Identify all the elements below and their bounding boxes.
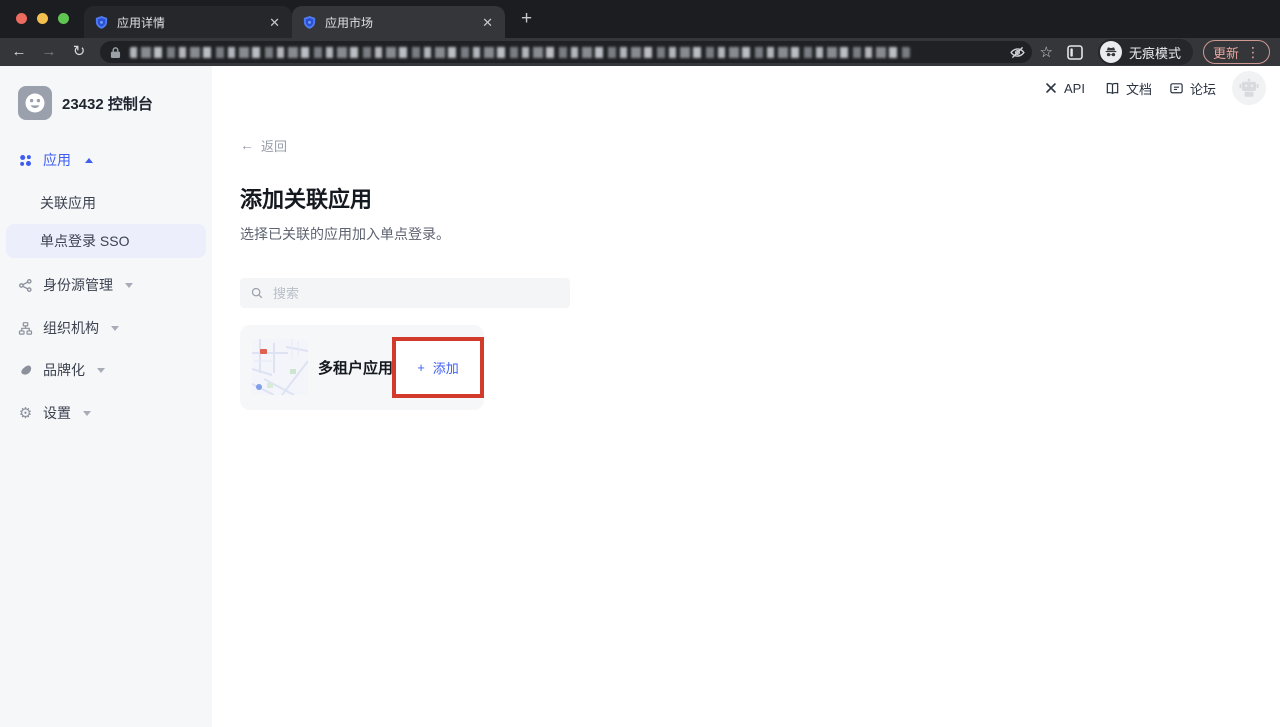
user-avatar[interactable] <box>1232 71 1266 105</box>
api-link[interactable]: API <box>1044 78 1085 98</box>
console-app: 23432 控制台 应用 关联应用 单点登录 SSO <box>0 66 1280 727</box>
close-window-button[interactable] <box>16 13 27 24</box>
sidebar-item-linked-apps[interactable]: 关联应用 <box>40 193 96 213</box>
address-bar[interactable] <box>100 41 1032 63</box>
sidebar-item-label: 身份源管理 <box>43 275 113 295</box>
caret-down-icon <box>83 411 91 416</box>
bookmark-star-icon[interactable]: ☆ <box>1040 43 1053 61</box>
minimize-window-button[interactable] <box>37 13 48 24</box>
window-controls <box>16 13 69 24</box>
app-card-multitenant: 多租户应用 + 添加 <box>240 325 484 410</box>
gear-icon: ⚙ <box>18 406 33 421</box>
tab-title: 应用详情 <box>117 14 259 31</box>
shield-favicon <box>302 15 317 30</box>
incognito-icon <box>1100 41 1122 63</box>
eye-off-icon[interactable] <box>1009 44 1026 61</box>
app-name: 多租户应用 <box>318 325 393 410</box>
api-tools-icon <box>1044 81 1058 95</box>
forward-nav-icon[interactable]: → <box>38 41 60 62</box>
page-subtitle: 选择已关联的应用加入单点登录。 <box>240 224 450 244</box>
brand-block[interactable]: 23432 控制台 <box>18 86 153 120</box>
screenshot-root: 应用详情 ✕ 应用市场 ✕ + ← → ↻ <box>0 0 1280 727</box>
search-icon <box>250 286 264 300</box>
lock-icon <box>110 46 121 59</box>
org-tree-icon <box>18 321 33 336</box>
app-thumbnail-map <box>252 339 308 395</box>
tab-title: 应用市场 <box>325 14 472 31</box>
browser-update-chip[interactable]: 更新 ⋮ <box>1203 40 1270 64</box>
sidebar-item-organization[interactable]: 组织机构 <box>18 318 119 338</box>
sidebar-item-label: 单点登录 SSO <box>40 231 129 251</box>
sidebar-item-label: 设置 <box>43 403 71 423</box>
add-button[interactable]: + 添加 <box>411 357 465 378</box>
back-link-label: 返回 <box>261 136 287 155</box>
shield-favicon <box>94 15 109 30</box>
apps-icon <box>18 153 33 168</box>
sidebar-item-apps[interactable]: 应用 <box>18 150 93 170</box>
brand-logo-icon <box>18 86 52 120</box>
redacted-url-text <box>130 47 910 58</box>
browser-tab-app-detail[interactable]: 应用详情 ✕ <box>84 6 292 38</box>
forum-link[interactable]: 论坛 <box>1169 78 1216 98</box>
browser-tab-app-market[interactable]: 应用市场 ✕ <box>292 6 505 38</box>
caret-down-icon <box>125 283 133 288</box>
sidebar-item-sso[interactable]: 单点登录 SSO <box>6 224 206 258</box>
book-icon <box>1105 81 1120 96</box>
brush-blob-icon <box>18 363 33 378</box>
add-button-label: 添加 <box>433 358 459 377</box>
caret-down-icon <box>111 326 119 331</box>
sidebar-item-label: 应用 <box>43 150 71 170</box>
brand-title: 23432 控制台 <box>62 93 153 114</box>
zoom-window-button[interactable] <box>58 13 69 24</box>
plus-icon: + <box>417 360 425 375</box>
tab-close-icon[interactable]: ✕ <box>480 14 495 31</box>
kebab-menu-icon[interactable]: ⋮ <box>1246 45 1260 59</box>
api-link-label: API <box>1064 81 1085 96</box>
chat-icon <box>1169 81 1184 96</box>
sidebar: 23432 控制台 应用 关联应用 单点登录 SSO <box>0 66 212 727</box>
new-tab-button[interactable]: + <box>517 8 536 30</box>
share-icon <box>18 278 33 293</box>
forum-link-label: 论坛 <box>1190 79 1216 98</box>
sidebar-item-identity-sources[interactable]: 身份源管理 <box>18 275 133 295</box>
tab-close-icon[interactable]: ✕ <box>267 14 282 31</box>
docs-link[interactable]: 文档 <box>1105 78 1152 98</box>
annotation-highlight-box: + 添加 <box>392 337 484 398</box>
toolbar-right-controls: ☆ 无痕模式 更新 <box>1002 38 1280 66</box>
docs-link-label: 文档 <box>1126 79 1152 98</box>
browser-toolbar: ← → ↻ ☆ <box>0 38 1280 66</box>
sidebar-item-branding[interactable]: 品牌化 <box>18 360 105 380</box>
search-input[interactable] <box>271 285 560 302</box>
incognito-badge: 无痕模式 <box>1098 39 1193 65</box>
caret-up-icon <box>85 158 93 163</box>
sidebar-item-label: 品牌化 <box>43 360 85 380</box>
sidebar-item-label: 组织机构 <box>43 318 99 338</box>
page-title: 添加关联应用 <box>240 182 372 214</box>
back-arrow-icon: ← <box>240 138 254 152</box>
reload-icon[interactable]: ↻ <box>68 41 90 62</box>
side-panel-icon[interactable] <box>1067 45 1083 60</box>
update-label: 更新 <box>1213 43 1239 62</box>
search-box[interactable] <box>240 278 570 308</box>
browser-tabstrip: 应用详情 ✕ 应用市场 ✕ + <box>0 0 1280 38</box>
back-nav-icon[interactable]: ← <box>8 41 30 62</box>
sidebar-item-settings[interactable]: ⚙ 设置 <box>18 403 91 423</box>
caret-down-icon <box>97 368 105 373</box>
incognito-label: 无痕模式 <box>1129 43 1181 62</box>
sidebar-item-label: 关联应用 <box>40 193 96 213</box>
back-link[interactable]: ← 返回 <box>240 137 287 153</box>
